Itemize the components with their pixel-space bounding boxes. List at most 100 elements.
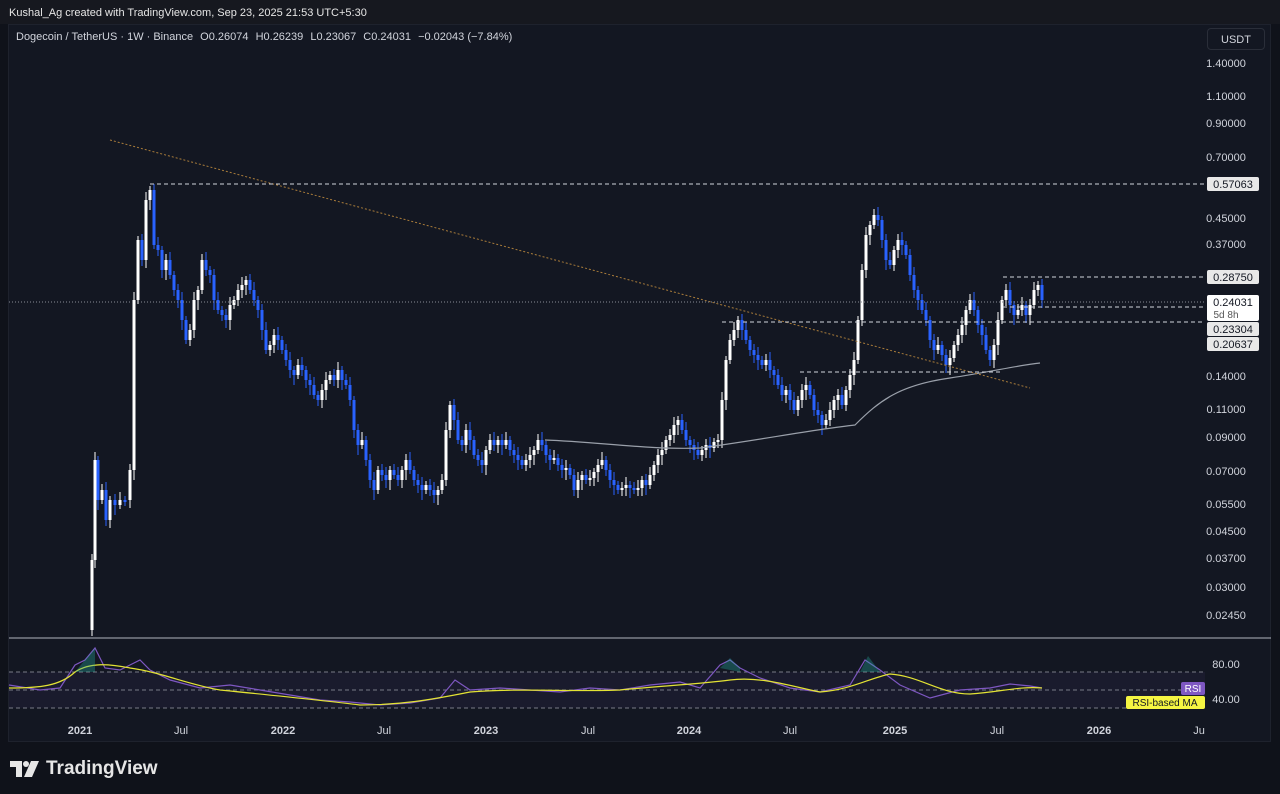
open-value: 0.26074	[208, 31, 249, 43]
candle-body	[888, 260, 892, 265]
candle-body	[900, 240, 904, 245]
candle-body	[488, 440, 492, 450]
candle-body	[780, 385, 784, 395]
candle-body	[580, 475, 584, 480]
candle-body	[612, 480, 616, 485]
countdown-text: 5d 8h	[1213, 310, 1238, 321]
time-axis-label: Ju	[1193, 725, 1205, 737]
candle-body	[944, 355, 948, 365]
candle-body	[792, 400, 796, 410]
candle-body	[396, 475, 400, 480]
price-tag-028750: 0.28750	[1213, 272, 1253, 284]
candle-body	[636, 488, 640, 490]
candle-body	[880, 220, 884, 240]
candle-body	[924, 310, 928, 320]
candle-body	[272, 335, 276, 345]
candle-body	[196, 290, 200, 300]
time-axis-label: Jul	[581, 725, 595, 737]
candle-body	[848, 375, 852, 390]
candle-body	[152, 190, 156, 245]
candle-body	[480, 460, 484, 465]
candle-body	[560, 465, 564, 470]
chart-canvas[interactable]: 1.40000 1.10000 0.90000 0.70000 0.45000 0.370…	[0, 0, 1280, 794]
candle-body	[188, 330, 192, 340]
price-axis-label: 0.03000	[1206, 582, 1246, 594]
candle-body	[992, 345, 996, 360]
candle-body	[940, 345, 944, 355]
price-axis-label: 1.40000	[1206, 58, 1246, 70]
candle-body	[136, 240, 140, 300]
time-axis-label: 2026	[1087, 725, 1111, 737]
candle-body	[144, 200, 148, 260]
candle-body	[348, 385, 352, 400]
candle-body	[696, 450, 700, 455]
candle-body	[528, 455, 532, 460]
candle-body	[784, 390, 788, 395]
candle-body	[336, 370, 340, 380]
candle-body	[868, 225, 872, 235]
candle-body	[672, 425, 676, 435]
candle-body	[808, 385, 812, 395]
candle-body	[504, 440, 508, 445]
candle-body	[252, 290, 256, 300]
candle-body	[192, 300, 196, 330]
candle-body	[96, 460, 100, 500]
symbol-name[interactable]: Dogecoin / TetherUS · 1W · Binance	[16, 31, 193, 43]
candle-body	[720, 400, 724, 440]
time-axis-label: Jul	[990, 725, 1004, 737]
low-value: 0.23067	[316, 31, 357, 43]
price-axis-label: 0.14000	[1206, 371, 1246, 383]
candle-body	[976, 310, 980, 325]
candle-body	[552, 458, 556, 460]
candle-body	[123, 500, 127, 502]
candle-body	[660, 450, 664, 455]
candle-body	[684, 430, 688, 440]
candle-body	[364, 440, 368, 460]
candle-body	[156, 245, 160, 250]
symbol-legend[interactable]: Dogecoin / TetherUS · 1W · Binance O0.26…	[16, 31, 512, 43]
candle-body	[356, 430, 360, 445]
candle-body	[820, 415, 824, 425]
candle-body	[412, 470, 416, 480]
time-axis-label: Jul	[783, 725, 797, 737]
candle-body	[932, 340, 936, 350]
candle-body	[244, 280, 248, 285]
candle-body	[752, 350, 756, 355]
candle-body	[212, 275, 216, 300]
tradingview-logo[interactable]: TradingView	[10, 758, 158, 780]
candle-body	[500, 440, 504, 445]
candle-body	[404, 460, 408, 470]
candle-body	[176, 290, 180, 300]
candle-body	[428, 485, 432, 490]
candle-body	[852, 360, 856, 375]
candle-body	[912, 275, 916, 290]
candle-body	[276, 335, 280, 340]
candle-body	[444, 430, 448, 480]
candle-body	[768, 360, 772, 370]
candle-body	[840, 395, 844, 405]
candle-body	[748, 340, 752, 350]
currency-button[interactable]: USDT	[1207, 28, 1265, 50]
candle-body	[288, 360, 292, 370]
candle-body	[372, 480, 376, 490]
candle-body	[856, 320, 860, 360]
candle-body	[332, 375, 336, 380]
time-axis-label: Jul	[174, 725, 188, 737]
candle-body	[160, 250, 164, 270]
candle-body	[376, 470, 380, 490]
candle-body	[724, 360, 728, 400]
candle-body	[436, 490, 440, 495]
candle-body	[864, 235, 868, 270]
close-value: 0.24031	[371, 31, 412, 43]
candle-body	[572, 475, 576, 490]
rsi-axis-80: 80.00	[1212, 659, 1240, 671]
candle-body	[624, 485, 628, 488]
candle-body	[608, 470, 612, 480]
candle-body	[472, 440, 476, 455]
candle-body	[384, 475, 388, 480]
candle-body	[620, 488, 624, 490]
candle-body	[508, 440, 512, 450]
candle-body	[248, 280, 252, 290]
candle-body	[420, 485, 424, 490]
candle-body	[788, 390, 792, 400]
